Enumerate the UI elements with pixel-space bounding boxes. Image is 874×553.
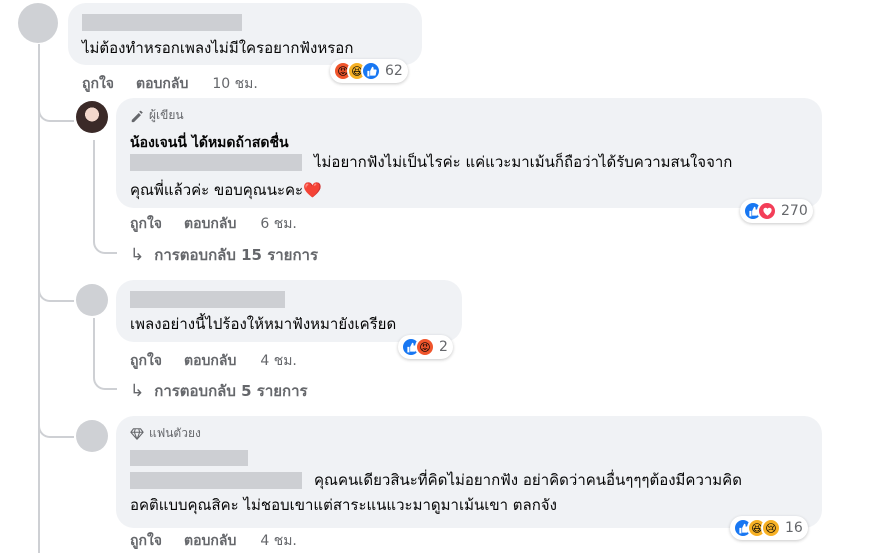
comment-text-line-2: คุณพี่แล้วค่ะ ขอบคุณนะคะ❤️	[130, 181, 322, 199]
comment-bubble: ผู้เขียน น้องเจนนี่ ได้หมดถ้าสดชื่น ไม่อ…	[116, 98, 822, 208]
like-button[interactable]: ถูกใจ	[130, 213, 162, 235]
reaction-count: 62	[385, 63, 403, 79]
angry-reaction-icon: 😡	[415, 337, 435, 357]
author-badge: ผู้เขียน	[130, 106, 184, 125]
author-avatar[interactable]	[76, 101, 108, 133]
comment-bubble: เพลงอย่างนี้ไปร้องให้หมาฟังหมายังเครียด	[116, 280, 462, 342]
pencil-icon	[131, 110, 143, 122]
like-button[interactable]: ถูกใจ	[130, 350, 162, 372]
timestamp[interactable]: 4 ชม.	[260, 350, 297, 372]
top-fan-badge: แฟนตัวยง	[130, 424, 201, 443]
view-replies-link[interactable]: ↳ การตอบกลับ 15 รายการ	[130, 243, 318, 267]
redacted-author-name	[82, 14, 242, 31]
avatar[interactable]	[76, 420, 108, 452]
comment-bubble: ไม่ต้องทำหรอกเพลงไม่มีใครอยากฟังหรอก	[68, 3, 422, 65]
comment-actions: ถูกใจ ตอบกลับ 4 ชม.	[130, 530, 297, 552]
like-button[interactable]: ถูกใจ	[82, 73, 114, 95]
redacted-author-name	[130, 450, 248, 466]
thread-line-branch-4	[38, 412, 74, 438]
reply-arrow-icon: ↳	[130, 245, 145, 265]
reply-arrow-icon: ↳	[130, 381, 145, 401]
badge-label: แฟนตัวยง	[149, 426, 201, 440]
thread-line-branch-1	[38, 96, 74, 122]
reply-button[interactable]: ตอบกลับ	[184, 213, 236, 235]
reaction-summary[interactable]: 😆 😢 16	[730, 516, 808, 540]
like-button[interactable]: ถูกใจ	[130, 530, 162, 552]
view-replies-label: การตอบกลับ 5 รายการ	[154, 382, 308, 400]
comment-text-line-1: ไม่อยากฟังไม่เป็นไรค่ะ แค่แวะมาเม้นก็ถือ…	[314, 153, 733, 171]
timestamp[interactable]: 4 ชม.	[260, 530, 297, 552]
badge-label: ผู้เขียน	[149, 108, 184, 122]
comment-text: เพลงอย่างนี้ไปร้องให้หมาฟังหมายังเครียด	[130, 315, 397, 333]
reaction-summary[interactable]: 270	[740, 199, 813, 223]
like-reaction-icon	[361, 61, 381, 81]
comment-actions: ถูกใจ ตอบกลับ 10 ชม.	[82, 73, 258, 95]
diamond-icon	[130, 427, 144, 440]
reply-button[interactable]: ตอบกลับ	[184, 530, 236, 552]
thread-line-reply-3	[93, 318, 117, 390]
reaction-count: 270	[781, 203, 808, 219]
view-replies-label: การตอบกลับ 15 รายการ	[154, 246, 319, 264]
reaction-summary[interactable]: 😡 2	[398, 335, 453, 359]
redacted-author-name	[130, 291, 285, 308]
comment-bubble: แฟนตัวยง คุณคนเดียวสินะที่คิดไม่อยากฟัง …	[116, 416, 822, 528]
comment-actions: ถูกใจ ตอบกลับ 4 ชม.	[130, 350, 297, 372]
avatar[interactable]	[18, 3, 58, 43]
avatar[interactable]	[76, 284, 108, 316]
comment-text-line-2: อคติแบบคุณสิคะ ไม่ชอบเขาแต่สาระแนแวะมาดู…	[130, 496, 557, 514]
thread-line-branch-3	[38, 276, 74, 302]
redacted-mention	[130, 472, 302, 489]
love-reaction-icon	[757, 201, 777, 221]
reaction-summary[interactable]: 😡 😆 62	[330, 59, 408, 83]
view-replies-link[interactable]: ↳ การตอบกลับ 5 รายการ	[130, 379, 308, 403]
thread-line-main	[38, 44, 40, 553]
comment-actions: ถูกใจ ตอบกลับ 6 ชม.	[130, 213, 297, 235]
thread-line-reply-1	[93, 140, 117, 254]
reaction-count: 2	[439, 339, 448, 355]
timestamp[interactable]: 6 ชม.	[260, 213, 297, 235]
reply-button[interactable]: ตอบกลับ	[184, 350, 236, 372]
reply-button[interactable]: ตอบกลับ	[136, 73, 188, 95]
timestamp[interactable]: 10 ชม.	[212, 73, 257, 95]
reaction-count: 16	[785, 520, 803, 536]
author-name[interactable]: น้องเจนนี่ ได้หมดถ้าสดชื่น	[130, 132, 289, 154]
sad-reaction-icon: 😢	[761, 518, 781, 538]
redacted-mention	[130, 154, 302, 171]
comment-text: ไม่ต้องทำหรอกเพลงไม่มีใครอยากฟังหรอก	[82, 39, 354, 57]
